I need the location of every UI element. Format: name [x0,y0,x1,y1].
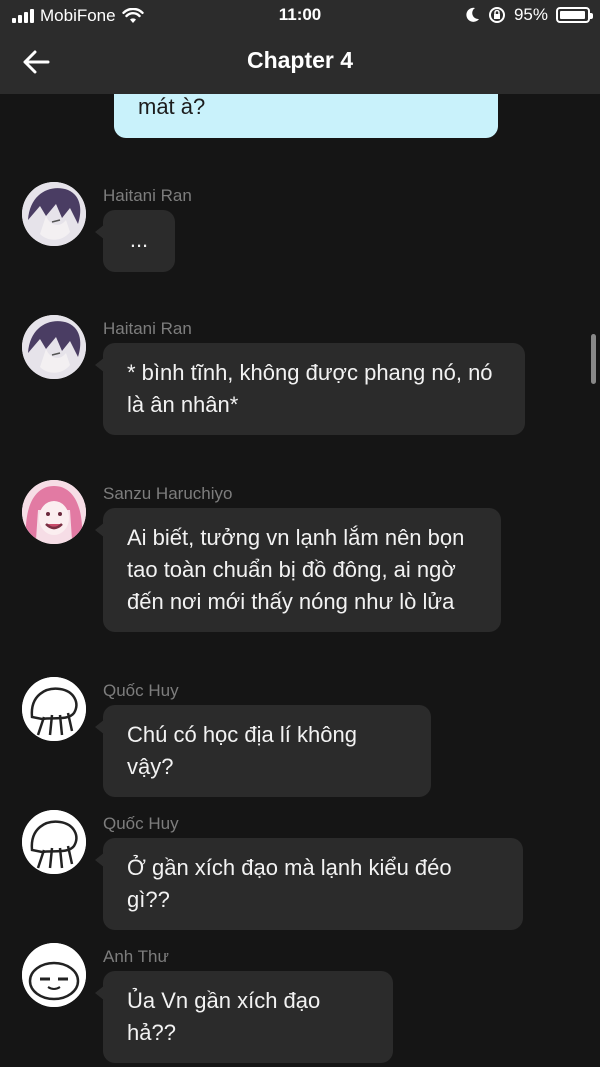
message-list[interactable]: mát à? Haitani Ran ... Haitani Ran * bìn… [0,64,600,1067]
battery-fill [560,11,585,19]
pink-hair-avatar[interactable] [22,480,86,544]
previous-message-text: mát à? [138,94,206,119]
purple-hair-avatar[interactable] [22,182,86,246]
message-bubble[interactable]: * bình tĩnh, không được phang nó, nó là … [95,343,525,435]
message-text: Ủa Vn gần xích đạo hả?? [127,988,321,1045]
message-text: ... [129,227,149,252]
status-bar: MobiFone 11:00 95% [0,0,600,32]
sender-name: Sanzu Haruchiyo [103,484,233,503]
sender-name: Quốc Huy [103,681,179,700]
message-text: Ai biết, tưởng vn lạnh lắm nên bọn tao t… [127,525,465,614]
message-text: Chú có học địa lí không vậy? [127,722,357,779]
page-title: Chapter 4 [246,47,354,73]
nav-bar: Chapter 4 [0,32,600,94]
sender-name: Haitani Ran [103,319,192,338]
battery-icon [556,7,593,23]
dango-face-avatar[interactable] [22,943,86,1007]
sender-name: Quốc Huy [103,814,179,833]
message-text: * bình tĩnh, không được phang nó, nó là … [127,360,493,417]
purple-hair-avatar[interactable] [22,315,86,379]
message-bubble[interactable]: Ai biết, tưởng vn lạnh lắm nên bọn tao t… [95,508,501,632]
message-bubble[interactable]: Ở gần xích đạo mà lạnh kiểu đéo gì?? [95,838,523,930]
scrollbar[interactable] [591,334,596,384]
sender-name: Haitani Ran [103,186,192,205]
rotation-lock-icon [488,7,505,23]
battery-label: 95% [513,5,548,24]
moon-icon [466,7,479,22]
status-right: 95% [466,5,593,25]
message-text: Ở gần xích đạo mà lạnh kiểu đéo gì?? [127,855,452,912]
message-bubble[interactable]: Chú có học địa lí không vậy? [95,705,431,797]
doodle-face-avatar[interactable] [22,677,86,741]
message-bubble[interactable]: Ủa Vn gần xích đạo hả?? [95,971,393,1063]
sender-name: Anh Thư [103,947,169,966]
doodle-face-avatar[interactable] [22,810,86,874]
top-bar: MobiFone 11:00 95% Chapter 4 [0,0,600,94]
message-bubble[interactable]: ... [95,210,175,272]
chat-screen: MobiFone 11:00 95% Chapter 4 mát à? Hait… [0,0,600,1067]
